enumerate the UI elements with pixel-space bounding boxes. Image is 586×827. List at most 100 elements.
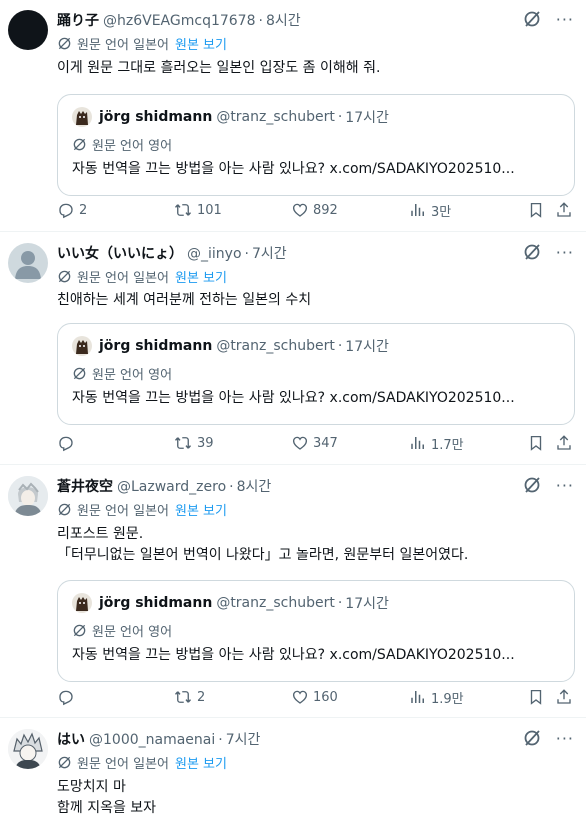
author-handle[interactable]: @_iinyo	[187, 246, 242, 262]
post-time[interactable]: 8시간	[237, 476, 272, 496]
share-button[interactable]	[555, 687, 577, 707]
quote-author-name: jörg shidmann	[99, 338, 213, 354]
like-button[interactable]: 160	[291, 687, 338, 707]
more-horizontal-icon[interactable]: ···	[556, 729, 574, 749]
repost-icon	[174, 204, 192, 216]
quote-translation-notice: 원문 언어 영어	[72, 135, 172, 154]
like-icon	[292, 690, 308, 704]
grok-icon[interactable]	[522, 728, 542, 748]
show-original-link[interactable]: 원본 보기	[175, 753, 227, 772]
quote-time: 17시간	[345, 339, 389, 355]
avatar[interactable]	[8, 729, 48, 769]
reply-icon	[59, 436, 73, 452]
avatar[interactable]	[8, 476, 48, 516]
translation-notice: 원문 언어 일본어 원본 보기	[57, 753, 227, 772]
avatar[interactable]	[8, 243, 48, 283]
grok-icon[interactable]	[522, 9, 542, 29]
more-horizontal-icon[interactable]: ···	[556, 476, 574, 496]
quote-avatar	[72, 336, 92, 356]
reply-button[interactable]: 2	[57, 200, 87, 220]
post-text: 리포스트 원문. 「터무니없는 일본어 번역이 나왔다」고 놀라면, 원문부터 …	[57, 526, 469, 563]
bookmark-icon	[530, 202, 542, 218]
post-text: 이게 원문 그대로 흘러오는 일본인 입장도 좀 이해해 줘.	[57, 60, 381, 76]
bookmark-button[interactable]	[527, 433, 549, 453]
quote-header: jörg shidmann @tranz_schubert · 17시간	[72, 107, 389, 127]
quote-avatar	[72, 593, 92, 613]
more-horizontal-icon[interactable]: ···	[556, 243, 574, 263]
separator-dot: ·	[229, 479, 234, 495]
more-horizontal-icon[interactable]: ···	[556, 10, 574, 30]
post-header: 踊り子 @hz6VEAGmcq17678 · 8시간	[57, 10, 301, 30]
separator-dot: ·	[258, 13, 263, 29]
post[interactable]: いい女（いいにょ） @_iinyo · 7시간 ··· 원문 언어 일본어 원본…	[0, 233, 586, 465]
repost-count: 39	[197, 435, 214, 451]
post-time[interactable]: 7시간	[252, 243, 287, 263]
author-name[interactable]: いい女（いいにょ）	[57, 243, 183, 263]
like-button[interactable]: 892	[291, 200, 338, 220]
quoted-post[interactable]: jörg shidmann @tranz_schubert · 17시간 원문 …	[57, 580, 575, 682]
reply-button[interactable]	[57, 687, 79, 707]
bookmark-button[interactable]	[527, 687, 549, 707]
views-count: 1.7만	[431, 437, 464, 453]
repost-icon	[174, 691, 192, 703]
author-name[interactable]: はい	[57, 729, 85, 749]
views-icon	[411, 204, 424, 216]
grok-icon[interactable]	[522, 242, 542, 262]
author-handle[interactable]: @hz6VEAGmcq17678	[103, 13, 256, 29]
share-icon	[557, 202, 571, 217]
post-time[interactable]: 8시간	[266, 10, 301, 30]
reply-count: 2	[79, 202, 88, 218]
author-name[interactable]: 蒼井夜空	[57, 476, 113, 496]
translate-icon	[58, 270, 71, 283]
reply-icon	[59, 203, 73, 219]
views-icon	[411, 691, 424, 703]
quoted-post[interactable]: jörg shidmann @tranz_schubert · 17시간 원문 …	[57, 323, 575, 425]
post-time[interactable]: 7시간	[226, 729, 261, 749]
repost-button[interactable]: 2	[173, 687, 205, 707]
author-handle[interactable]: @1000_namaenai	[89, 732, 215, 748]
show-original-link[interactable]: 원본 보기	[175, 500, 227, 519]
quote-text: 자동 번역을 끄는 방법을 아는 사람 있나요? x.com/SADAKIYO2…	[72, 161, 515, 177]
grok-icon[interactable]	[522, 475, 542, 495]
like-button[interactable]: 347	[291, 433, 338, 453]
like-icon	[292, 203, 308, 217]
translation-label: 원문 언어 일본어	[77, 504, 169, 519]
quote-header: jörg shidmann @tranz_schubert · 17시간	[72, 593, 389, 613]
quote-author-handle: @tranz_schubert	[216, 595, 335, 611]
quote-time: 17시간	[345, 596, 389, 612]
author-handle[interactable]: @Lazward_zero	[117, 479, 226, 495]
avatar[interactable]	[8, 10, 48, 50]
views-button[interactable]: 1.7만	[409, 433, 464, 453]
quote-translation-label: 원문 언어 영어	[92, 139, 173, 154]
bookmark-button[interactable]	[527, 200, 549, 220]
repost-count: 2	[197, 689, 206, 705]
quoted-post[interactable]: jörg shidmann @tranz_schubert · 17시간 원문 …	[57, 94, 575, 196]
repost-button[interactable]: 101	[173, 200, 222, 220]
quote-author-name: jörg shidmann	[99, 595, 213, 611]
quote-time: 17시간	[345, 110, 389, 126]
translation-label: 원문 언어 일본어	[77, 757, 169, 772]
separator-dot: ·	[337, 595, 343, 611]
share-icon	[557, 435, 571, 450]
translation-notice: 원문 언어 일본어 원본 보기	[57, 500, 227, 519]
quote-avatar	[72, 107, 92, 127]
post-header: 蒼井夜空 @Lazward_zero · 8시간	[57, 476, 271, 496]
share-button[interactable]	[555, 433, 577, 453]
reply-button[interactable]	[57, 433, 79, 453]
post[interactable]: 踊り子 @hz6VEAGmcq17678 · 8시간 ··· 원문 언어 일본어…	[0, 0, 586, 232]
repost-button[interactable]: 39	[173, 433, 214, 453]
show-original-link[interactable]: 원본 보기	[175, 34, 227, 53]
author-name[interactable]: 踊り子	[57, 10, 99, 30]
quote-author-handle: @tranz_schubert	[216, 338, 335, 354]
views-button[interactable]: 1.9만	[409, 687, 464, 707]
bookmark-icon	[530, 435, 542, 451]
views-button[interactable]: 3만	[409, 200, 451, 220]
show-original-link[interactable]: 원본 보기	[175, 267, 227, 286]
post-header: いい女（いいにょ） @_iinyo · 7시간	[57, 243, 287, 263]
like-count: 892	[313, 202, 338, 218]
share-button[interactable]	[555, 200, 577, 220]
views-count: 1.9만	[431, 691, 464, 707]
post[interactable]: 蒼井夜空 @Lazward_zero · 8시간 ··· 원문 언어 일본어 원…	[0, 466, 586, 718]
translate-icon	[73, 624, 86, 637]
post[interactable]: はい @1000_namaenai · 7시간 ··· 원문 언어 일본어 원본…	[0, 719, 586, 827]
